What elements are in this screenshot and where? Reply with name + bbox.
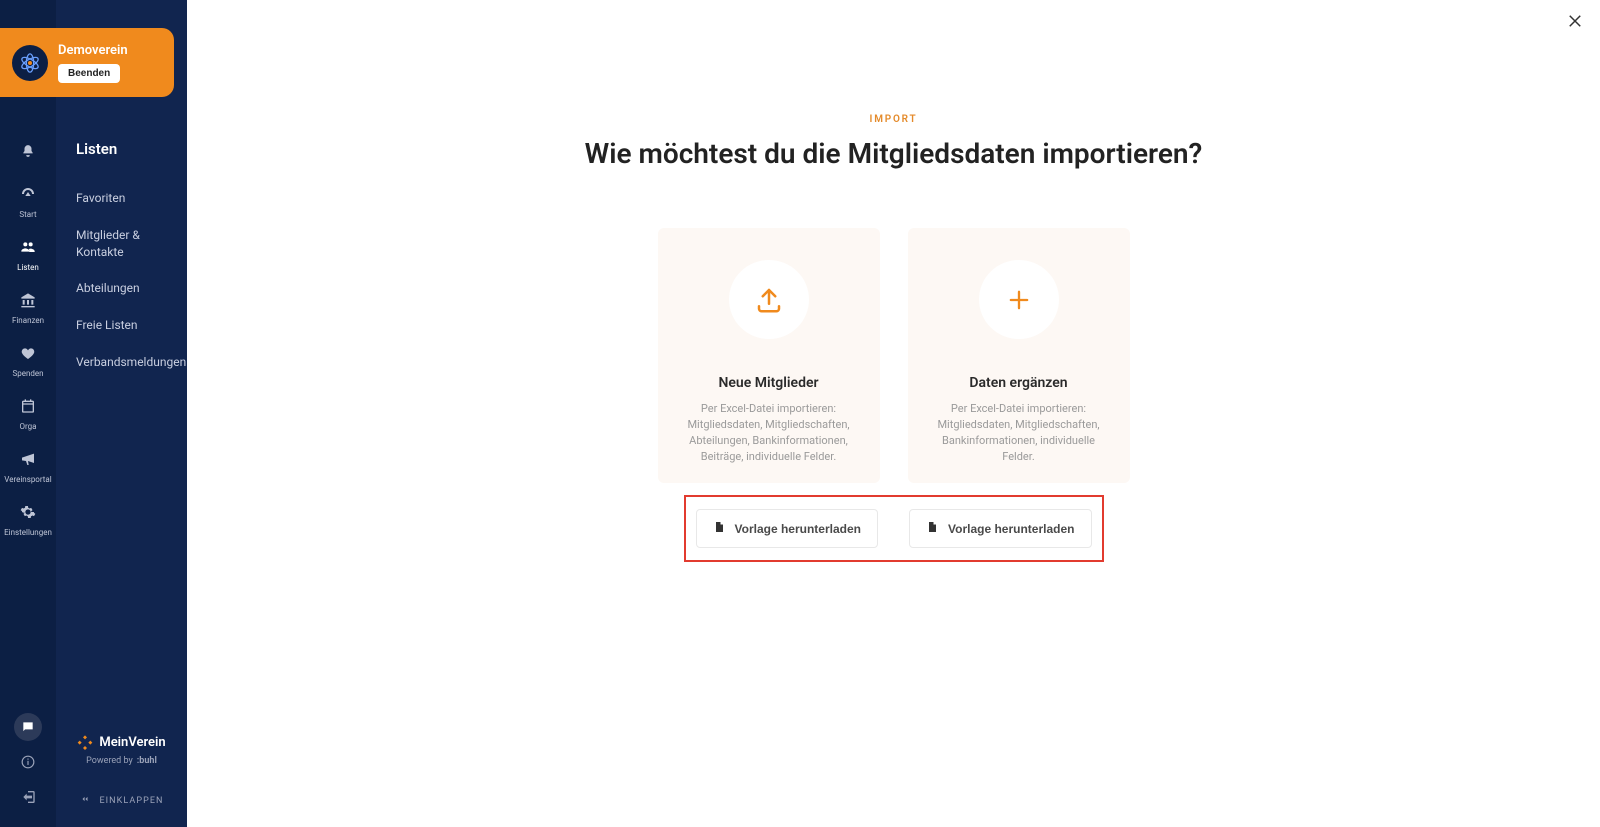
rail-item-spenden[interactable]: Spenden — [0, 333, 56, 386]
chevrons-left-icon — [79, 794, 91, 807]
brand-logo-icon — [77, 734, 93, 750]
close-icon — [1566, 12, 1584, 30]
import-overline: IMPORT — [870, 114, 918, 125]
rail-item-einstellungen[interactable]: Einstellungen — [0, 492, 56, 545]
download-template-button-right[interactable]: Vorlage herunterladen — [909, 509, 1091, 548]
option-desc: Per Excel-Datei importieren: Mitgliedsda… — [926, 401, 1112, 465]
rail-item-label: Listen — [17, 263, 39, 272]
option-desc: Per Excel-Datei importieren: Mitgliedsda… — [676, 401, 862, 465]
org-header-card: Demoverein Beenden — [0, 28, 174, 97]
logout-icon — [20, 789, 36, 809]
powered-by: Powered by :buhl — [86, 756, 157, 766]
powered-brand: :buhl — [137, 756, 157, 766]
megaphone-icon — [20, 451, 36, 471]
brand-name: MeinVerein — [99, 735, 165, 750]
close-button[interactable] — [1566, 12, 1584, 35]
plus-icon — [1005, 286, 1033, 314]
primary-rail: Start Listen Finanzen Spenden Orga — [0, 0, 56, 827]
main-content: IMPORT Wie möchtest du die Mitgliedsdate… — [187, 0, 1600, 827]
rail-item-label: Start — [19, 210, 36, 219]
rail-item-label: Einstellungen — [4, 528, 52, 537]
bell-icon — [21, 143, 35, 162]
calendar-icon — [20, 398, 36, 418]
gear-icon — [20, 504, 36, 524]
rail-item-notifications[interactable] — [0, 131, 56, 174]
rail-item-label: Spenden — [12, 369, 43, 378]
users-icon — [19, 239, 37, 259]
gauge-icon — [20, 186, 36, 206]
rail-item-label: Vereinsportal — [4, 475, 51, 484]
option-title: Neue Mitglieder — [718, 375, 818, 391]
sidebar-title: Listen — [56, 140, 187, 180]
rail-item-label: Orga — [20, 422, 37, 431]
option-neue-mitglieder[interactable]: Neue Mitglieder Per Excel-Datei importie… — [658, 228, 880, 483]
rail-item-start[interactable]: Start — [0, 174, 56, 227]
downloads-highlight-box: Vorlage herunterladen Vorlage herunterla… — [684, 495, 1104, 562]
import-headline: Wie möchtest du die Mitgliedsdaten impor… — [585, 137, 1203, 170]
atom-icon — [19, 52, 41, 74]
rail-item-orga[interactable]: Orga — [0, 386, 56, 439]
bank-icon — [20, 292, 36, 312]
file-icon — [713, 520, 725, 537]
info-icon — [21, 754, 35, 773]
option-icon-circle — [979, 260, 1059, 339]
download-template-button-left[interactable]: Vorlage herunterladen — [696, 509, 878, 548]
collapse-sidebar-button[interactable]: EINKLAPPEN — [79, 794, 163, 819]
rail-item-label: Finanzen — [12, 316, 44, 325]
brand-row: MeinVerein — [77, 734, 165, 750]
secondary-sidebar: Listen Favoriten Mitglieder & Kontakte A… — [56, 0, 187, 827]
rail-item-listen[interactable]: Listen — [0, 227, 56, 280]
org-name: Demoverein — [58, 43, 128, 58]
sidebar-link-verbandsmeldungen[interactable]: Verbandsmeldungen — [56, 344, 187, 381]
org-avatar — [12, 45, 48, 81]
option-title: Daten ergänzen — [969, 375, 1067, 391]
download-label: Vorlage herunterladen — [735, 522, 861, 536]
rail-item-finanzen[interactable]: Finanzen — [0, 280, 56, 333]
sidebar-link-freie-listen[interactable]: Freie Listen — [56, 307, 187, 344]
rail-logout-button[interactable] — [0, 781, 56, 817]
sidebar-link-abteilungen[interactable]: Abteilungen — [56, 270, 187, 307]
rail-info-button[interactable] — [0, 745, 56, 781]
powered-prefix: Powered by — [86, 756, 133, 766]
file-icon — [926, 520, 938, 537]
sidebar-link-mitglieder[interactable]: Mitglieder & Kontakte — [56, 217, 187, 271]
option-daten-ergaenzen[interactable]: Daten ergänzen Per Excel-Datei importier… — [908, 228, 1130, 483]
option-icon-circle — [729, 260, 809, 339]
rail-item-vereinsportal[interactable]: Vereinsportal — [0, 439, 56, 492]
heart-hands-icon — [20, 345, 36, 365]
download-label: Vorlage herunterladen — [948, 522, 1074, 536]
org-exit-button[interactable]: Beenden — [58, 64, 120, 83]
chat-icon — [14, 713, 42, 741]
sidebar-link-favoriten[interactable]: Favoriten — [56, 180, 187, 217]
rail-chat-button[interactable] — [0, 709, 56, 745]
upload-icon — [754, 285, 784, 315]
collapse-label: EINKLAPPEN — [99, 796, 163, 806]
